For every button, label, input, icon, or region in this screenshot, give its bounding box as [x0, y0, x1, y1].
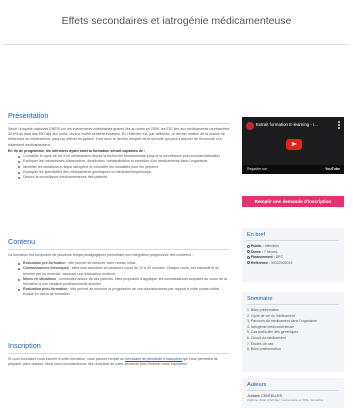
list-item: Mises en situations : construites autour… [18, 277, 230, 287]
presentation-section: Présentation Selon l'enquête nationale E… [8, 111, 230, 180]
info-label: Financement : [251, 255, 275, 260]
sommaire-item: 8. Bilan postformation [247, 347, 281, 352]
video-player[interactable]: Extrait formation E-learning - I... Rega… [242, 117, 344, 174]
item-label: Évaluation post-formation [23, 287, 68, 292]
info-value: 7 heures [264, 249, 278, 254]
item-label: Connaissances théoriques [23, 266, 69, 271]
watch-on-label: Regarder sur [247, 167, 267, 171]
inscription-paragraph: Si vous souhaitez vous inscrire à cette … [8, 357, 230, 367]
auteurs-divider [247, 390, 339, 391]
page-header: Effets secondaires et iatrogénie médicam… [0, 0, 353, 45]
en-bref-box: En bref Public : Infirmiers Durée : 7 he… [242, 228, 344, 282]
video-title[interactable]: Extrait formation E-learning - I... [256, 122, 318, 127]
presentation-divider [8, 123, 230, 124]
inscription-section: Inscription Si vous souhaitez vous inscr… [8, 341, 230, 367]
play-button[interactable] [286, 139, 302, 150]
item-label: Évaluation pré-formation [23, 261, 66, 266]
presentation-heading: Présentation [8, 111, 49, 120]
contenu-divider [8, 249, 230, 250]
contenu-heading: Contenu [8, 237, 36, 246]
clock-icon [247, 250, 250, 254]
sommaire-divider [247, 304, 339, 305]
inscription-request-button[interactable]: Remplir une demande d'inscription [242, 196, 344, 207]
sommaire-heading: Sommaire [247, 296, 273, 302]
item-text: : elle permet de mesurer votre niveau in… [65, 261, 137, 266]
contenu-paragraph: La formation est composée de plusieurs t… [8, 253, 193, 257]
users-icon [247, 244, 250, 248]
page-title: Effets secondaires et iatrogénie médicam… [61, 15, 292, 27]
info-value: 59322000015 [271, 260, 293, 265]
author-role: Diplôme d'état d'infirmier, intervenante… [247, 398, 324, 402]
video-watch-bar[interactable]: Regarder sur YouTube [242, 165, 344, 174]
youtube-logo-icon[interactable]: YouTube [325, 167, 340, 171]
auteurs-heading: Auteurs [247, 382, 267, 388]
list-item: Connaissances théoriques : elles sont ab… [18, 266, 230, 276]
inscription-divider [8, 353, 230, 354]
en-bref-divider [247, 240, 339, 241]
inscription-form-link[interactable]: formulaire de demande d'inscription [125, 357, 182, 361]
info-value: Infirmiers [264, 244, 280, 248]
title-divider [4, 44, 349, 45]
contenu-list: Évaluation pré-formation : elle permet d… [18, 261, 230, 297]
inscription-heading: Inscription [8, 341, 41, 350]
more-options-icon[interactable] [338, 121, 340, 129]
list-item: Décrire la surveillance médicamenteuse d… [18, 175, 230, 180]
list-item: Évaluation post-formation : elle permet … [18, 287, 230, 297]
inscription-text: Si vous souhaitez vous inscrire à cette … [8, 357, 126, 361]
info-label: Référence : [251, 260, 271, 265]
auteurs-box: Auteurs Jordane CENTELLES Diplôme d'état… [242, 378, 344, 408]
channel-logo-icon [246, 122, 254, 130]
info-value: DPC [275, 255, 284, 260]
money-icon [247, 255, 250, 259]
bookmark-icon [247, 261, 250, 265]
en-bref-heading: En bref [247, 232, 266, 238]
presentation-paragraph: Selon l'enquête nationale ENEIS sur les … [8, 127, 230, 147]
info-label: Durée : [251, 249, 264, 254]
sommaire-box: Sommaire 1. Bilan préformation 2. Cycle … [242, 292, 344, 372]
objectives-list: Connaître le cycle de vie d'un médicamen… [18, 154, 230, 180]
item-label: Mises en situations [23, 276, 57, 281]
info-label: Public : [251, 244, 264, 248]
info-row-reference: Référence : 59322000015 [247, 261, 339, 267]
contenu-section: Contenu La formation est composée de plu… [8, 237, 230, 298]
